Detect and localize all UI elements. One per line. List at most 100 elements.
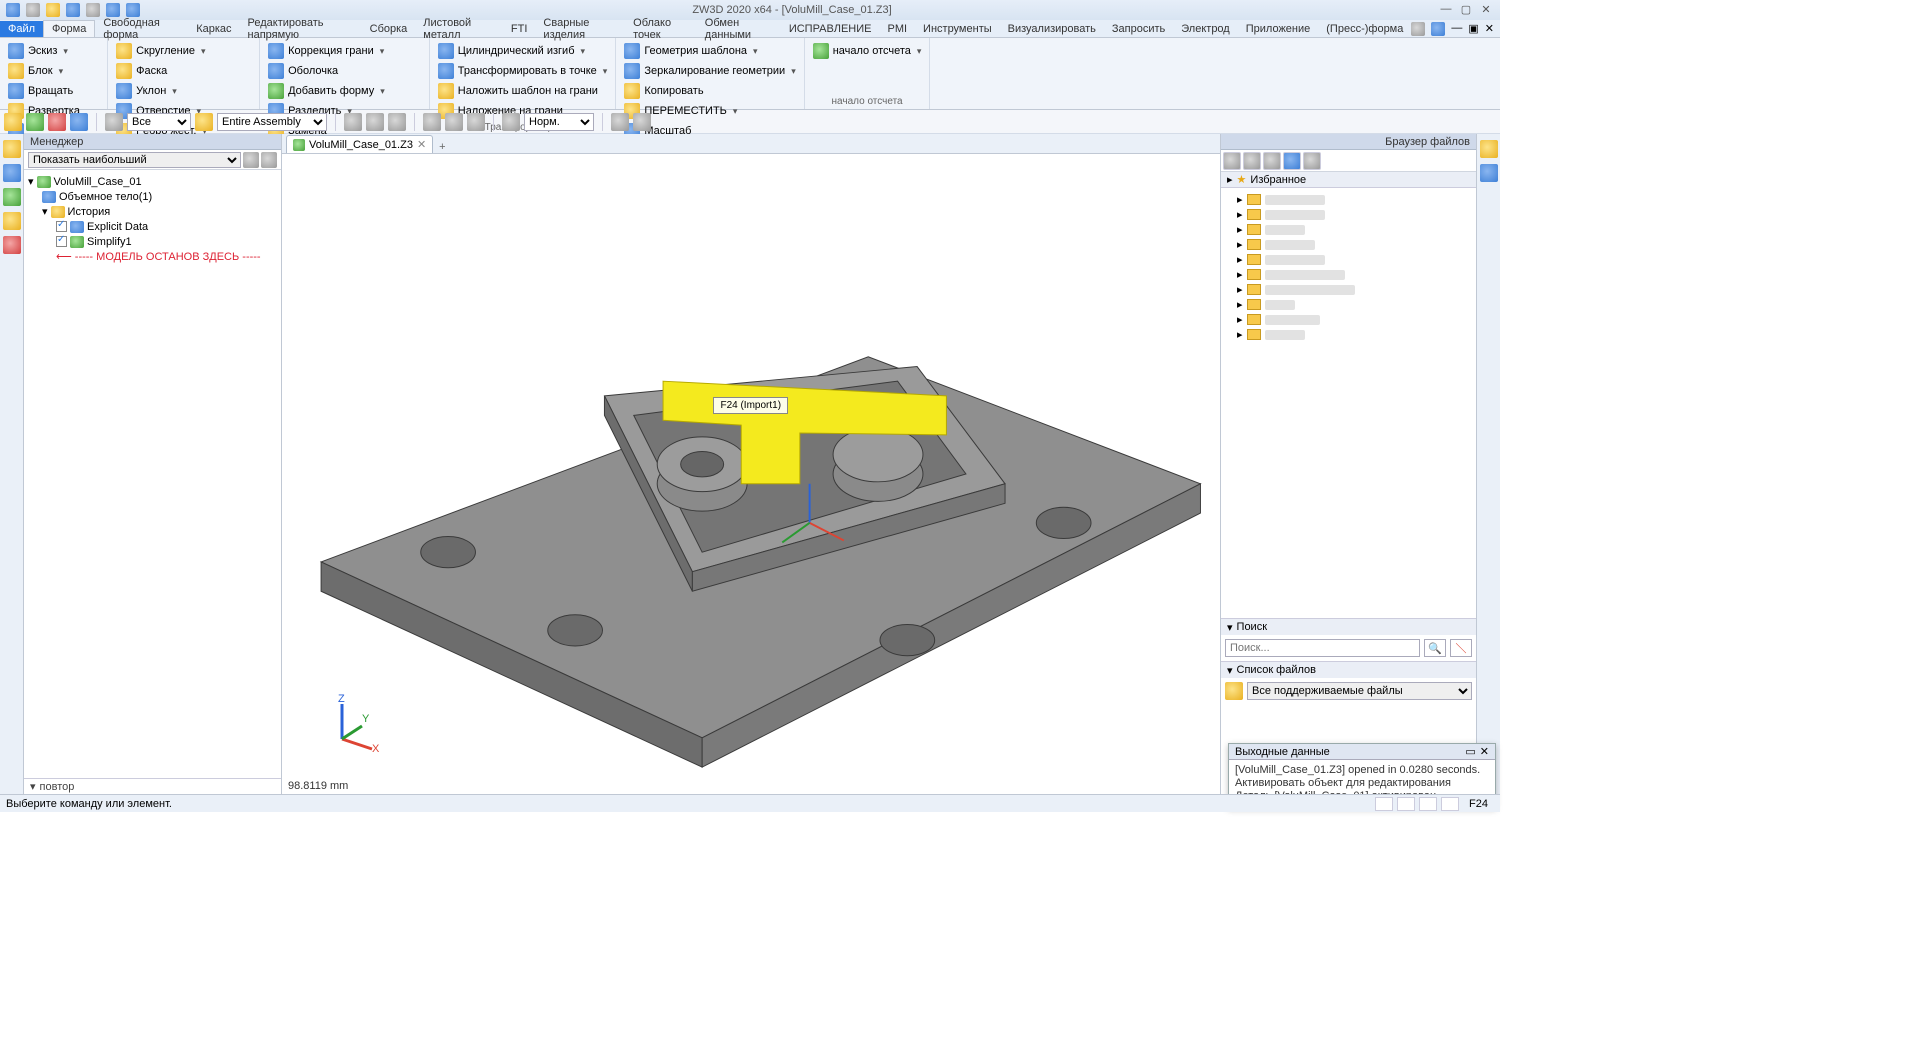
face-offset-button[interactable]: Коррекция грани▾ [266,42,423,60]
tab-inquire[interactable]: Запросить [1104,21,1173,37]
help-icon[interactable] [1431,22,1445,36]
status-btn[interactable] [1419,797,1437,811]
tree-explicit[interactable]: Explicit Data [87,221,148,233]
view-tab-icon[interactable] [3,188,21,206]
copy-button[interactable]: Копировать [622,82,797,100]
chevron-down-icon[interactable]: ▾ [30,780,36,793]
datum-button[interactable]: начало отсчета▾ [811,42,924,60]
tree-solid[interactable]: Объемное тело(1) [59,191,152,203]
minimize-button[interactable]: — [1438,3,1454,17]
draft-button[interactable]: Уклон▾ [114,82,209,100]
tb-ic7[interactable] [611,113,629,131]
close-button[interactable]: ✕ [1478,3,1494,17]
filelist-section-label[interactable]: Список файлов [1237,664,1316,676]
search-input[interactable] [1225,639,1420,657]
tab-assembly[interactable]: Сборка [362,21,416,37]
tab-app[interactable]: Приложение [1238,21,1319,37]
axis-triad[interactable]: Z X Y [322,694,382,754]
folder-tree[interactable]: ▸ ▸ ▸ ▸ ▸ ▸ ▸ ▸ ▸ ▸ [1221,188,1476,618]
block-button[interactable]: Блок▾ [6,62,101,80]
tab-heal[interactable]: ИСПРАВЛЕНИЕ [781,21,880,37]
browser-tab-icon[interactable] [1480,140,1498,158]
view-mode-icon[interactable] [1225,682,1243,700]
up-icon[interactable] [1263,152,1281,170]
remove-sel-icon[interactable] [48,113,66,131]
tab-wireframe[interactable]: Каркас [188,21,239,37]
close-tab-icon[interactable]: ✕ [417,138,426,151]
tab-tools[interactable]: Инструменты [915,21,1000,37]
add-tab-button[interactable]: + [433,141,451,153]
caret-icon[interactable]: ▾ [28,175,34,188]
wrap-faces-button[interactable]: Наложить шаблон на грани [436,82,610,100]
add-sel-icon[interactable] [26,113,44,131]
tab-file[interactable]: Файл [0,21,43,37]
tb-ic2[interactable] [366,113,384,131]
search-section-label[interactable]: Поиск [1237,621,1267,633]
tab-fti[interactable]: FTI [503,21,536,37]
search-button[interactable]: 🔍 [1424,639,1446,657]
mirror-geom-button[interactable]: Зеркалирование геометрии▾ [622,62,797,80]
pattern-geom-button[interactable]: Геометрия шаблона▾ [622,42,797,60]
sel-opt-icon[interactable] [70,113,88,131]
checkbox[interactable] [56,221,67,232]
output-close-icon[interactable]: ✕ [1480,745,1489,758]
layer-tab-icon[interactable] [3,164,21,182]
caret-icon[interactable]: ▸ [1227,173,1233,186]
fwd-icon[interactable] [1243,152,1261,170]
assembly-scope-select[interactable]: Entire Assembly [217,113,327,131]
open-icon[interactable] [46,3,60,17]
maximize-button[interactable]: ▢ [1458,3,1474,17]
tab-shape[interactable]: Форма [43,20,95,37]
doc-minimize-icon[interactable]: — [1451,22,1462,36]
back-icon[interactable] [1223,152,1241,170]
manager-tab-icon[interactable] [3,140,21,158]
tb-ic3[interactable] [388,113,406,131]
pick-icon[interactable] [4,113,22,131]
refresh-icon[interactable] [1283,152,1301,170]
tb-ic4[interactable] [423,113,441,131]
file-filter-select[interactable]: Все поддерживаемые файлы [1247,682,1472,700]
doc-restore-icon[interactable]: ▣ [1468,22,1478,36]
shell-button[interactable]: Оболочка [266,62,423,80]
history-tree[interactable]: ▾ VoluMill_Case_01 Объемное тело(1) ▾ Исто… [24,170,281,778]
save-icon[interactable] [66,3,80,17]
favorites-label[interactable]: Избранное [1250,174,1306,186]
cyl-bend-button[interactable]: Цилиндрический изгиб▾ [436,42,610,60]
show-largest-select[interactable]: Показать наибольший [28,152,241,168]
tree-simplify[interactable]: Simplify1 [87,236,132,248]
chamfer-button[interactable]: Фаска [114,62,209,80]
revolve-button[interactable]: Вращать [6,82,101,100]
doc-tab-active[interactable]: VoluMill_Case_01.Z3 ✕ [286,135,433,153]
tb-ic5[interactable] [445,113,463,131]
home-icon[interactable] [1303,152,1321,170]
tab-electrode[interactable]: Электрод [1173,21,1237,37]
sketch-button[interactable]: Эскиз▾ [6,42,101,60]
caret-icon[interactable]: ▾ [42,205,48,218]
checkbox[interactable] [56,236,67,247]
collapse-icon[interactable] [261,152,277,168]
expand-icon[interactable] [243,152,259,168]
search-icon[interactable] [1411,22,1425,36]
tree-stop[interactable]: ----- МОДЕЛЬ ОСТАНОВ ЗДЕСЬ ----- [75,251,261,263]
tb-ic8[interactable] [633,113,651,131]
fillet-button[interactable]: Скругление▾ [114,42,209,60]
clear-search-button[interactable]: ＼ [1450,639,1472,657]
norm-icon[interactable] [502,113,520,131]
tb-ic6[interactable] [467,113,485,131]
norm-select[interactable]: Норм. [524,113,594,131]
status-btn[interactable] [1441,797,1459,811]
assembly-icon[interactable] [195,113,213,131]
tree-history[interactable]: История [68,206,111,218]
new-icon[interactable] [26,3,40,17]
status-btn[interactable] [1375,797,1393,811]
tab-visualize[interactable]: Визуализировать [1000,21,1104,37]
pin-icon[interactable]: ▭ [1465,745,1475,758]
tree-root[interactable]: VoluMill_Case_01 [54,176,142,188]
status-btn[interactable] [1397,797,1415,811]
tab-pmi[interactable]: PMI [879,21,915,37]
filter-all-select[interactable]: Все [127,113,191,131]
doc-close-icon[interactable]: ✕ [1485,22,1494,36]
transform-point-button[interactable]: Трансформировать в точке▾ [436,62,610,80]
tb-ic1[interactable] [344,113,362,131]
vis-tab-icon[interactable] [3,212,21,230]
